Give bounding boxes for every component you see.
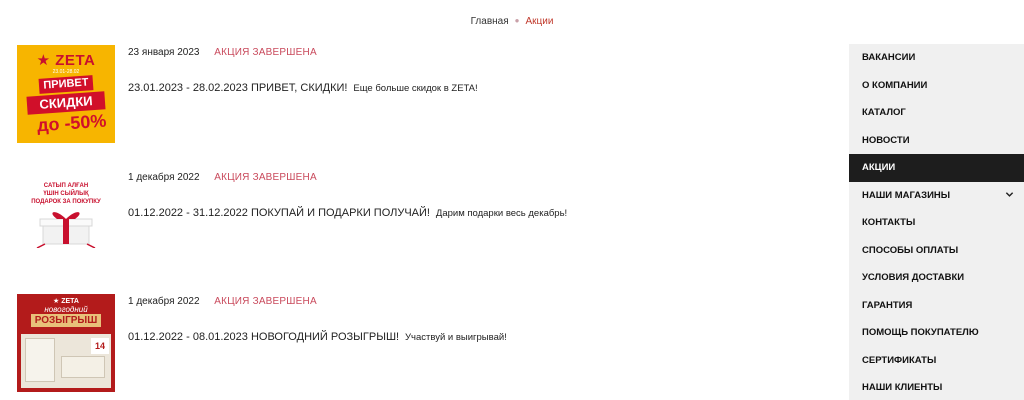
zeta-logo: ★ ZETA <box>36 52 96 69</box>
sidebar-item-vacancies[interactable]: ВАКАНСИИ <box>849 44 1024 72</box>
promo-title-link[interactable]: 23.01.2023 - 28.02.2023 ПРИВЕТ, СКИДКИ! <box>128 82 347 94</box>
promo-status-badge: АКЦИЯ ЗАВЕРШЕНА <box>214 172 317 183</box>
promo-item: ★ ZETA новогодний РОЗЫГРЫШ 14 1 декабря … <box>17 294 817 394</box>
promo-image-line1: САТЫП АЛҒАН <box>43 183 89 189</box>
promo-headline: 23.01.2023 - 28.02.2023 ПРИВЕТ, СКИДКИ! … <box>128 82 478 94</box>
sidebar-item-warranty[interactable]: ГАРАНТИЯ <box>849 292 1024 320</box>
promo-image[interactable]: ★ ZETA новогодний РОЗЫГРЫШ 14 <box>17 294 115 392</box>
promo-description: Участвуй и выигрывай! <box>405 332 507 343</box>
sidebar-item-clients[interactable]: НАШИ КЛИЕНТЫ <box>849 374 1024 400</box>
promo-meta: 1 декабря 2022 АКЦИЯ ЗАВЕРШЕНА <box>128 172 317 183</box>
breadcrumb-separator-icon: ● <box>514 16 520 25</box>
promo-description: Еще больше скидок в ZETA! <box>353 83 478 94</box>
promo-meta: 1 декабря 2022 АКЦИЯ ЗАВЕРШЕНА <box>128 296 317 307</box>
breadcrumb-current: Акции <box>525 16 554 27</box>
promo-headline: 01.12.2022 - 08.01.2023 НОВОГОДНИЙ РОЗЫГ… <box>128 331 507 343</box>
gift-box-icon <box>36 212 96 248</box>
promo-image-line1: новогодний <box>44 305 88 314</box>
promo-image-line2: ҮШІН СЫЙЛЫҚ <box>43 191 89 197</box>
breadcrumb-home-link[interactable]: Главная <box>471 16 509 27</box>
promo-image-caption: САТЫП АЛҒАН ҮШІН СЫЙЛЫҚ ПОДАРОК ЗА ПОКУП… <box>17 182 115 206</box>
promo-image[interactable]: ★ ZETA 23.01-28.02 ПРИВЕТ СКИДКИ до -50% <box>17 45 115 143</box>
promo-item: САТЫП АЛҒАН ҮШІН СЫЙЛЫҚ ПОДАРОК ЗА ПОКУП… <box>17 170 817 270</box>
promo-status-badge: АКЦИЯ ЗАВЕРШЕНА <box>214 47 317 58</box>
promo-status-badge: АКЦИЯ ЗАВЕРШЕНА <box>214 296 317 307</box>
sidebar-menu: ВАКАНСИИ О КОМПАНИИ КАТАЛОГ НОВОСТИ АКЦИ… <box>849 44 1024 400</box>
sidebar-item-promotions[interactable]: АКЦИИ <box>849 154 1024 182</box>
promo-image-line2: РОЗЫГРЫШ <box>31 314 101 327</box>
sidebar-item-certificates[interactable]: СЕРТИФИКАТЫ <box>849 347 1024 375</box>
promo-image[interactable]: САТЫП АЛҒАН ҮШІН СЫЙЛЫҚ ПОДАРОК ЗА ПОКУП… <box>17 170 115 268</box>
sidebar-item-news[interactable]: НОВОСТИ <box>849 127 1024 155</box>
promo-title-link[interactable]: 01.12.2022 - 31.12.2022 ПОКУПАЙ И ПОДАРК… <box>128 207 430 219</box>
wardrobe-illustration <box>25 338 55 382</box>
promo-date: 23 января 2023 <box>128 47 200 58</box>
chevron-down-icon[interactable] <box>1005 182 1014 210</box>
sidebar-item-contacts[interactable]: КОНТАКТЫ <box>849 209 1024 237</box>
sidebar-item-stores[interactable]: НАШИ МАГАЗИНЫ <box>849 182 1024 210</box>
promo-date: 1 декабря 2022 <box>128 296 200 307</box>
sidebar-item-catalog[interactable]: КАТАЛОГ <box>849 99 1024 127</box>
promo-image-line1: ПРИВЕТ <box>38 75 94 94</box>
sidebar-item-payment[interactable]: СПОСОБЫ ОПЛАТЫ <box>849 237 1024 265</box>
promo-title-link[interactable]: 01.12.2022 - 08.01.2023 НОВОГОДНИЙ РОЗЫГ… <box>128 331 399 343</box>
promo-description: Дарим подарки весь декабрь! <box>435 208 568 219</box>
promo-image-line3: ПОДАРОК ЗА ПОКУПКУ <box>31 199 101 205</box>
sidebar-item-delivery[interactable]: УСЛОВИЯ ДОСТАВКИ <box>849 264 1024 292</box>
bed-illustration <box>61 356 105 378</box>
promo-image-discount: до -50% <box>36 110 108 136</box>
promo-image-badge: 14 <box>91 338 109 354</box>
sidebar-item-label: НАШИ МАГАЗИНЫ <box>862 189 951 201</box>
promo-headline: 01.12.2022 - 31.12.2022 ПОКУПАЙ И ПОДАРК… <box>128 207 567 219</box>
breadcrumb: Главная ● Акции <box>0 16 1024 27</box>
zeta-logo: ★ ZETA <box>53 298 79 305</box>
promo-item: ★ ZETA 23.01-28.02 ПРИВЕТ СКИДКИ до -50%… <box>17 45 817 145</box>
promo-image-dates: 23.01-28.02 <box>52 69 80 75</box>
promo-date: 1 декабря 2022 <box>128 172 200 183</box>
promo-meta: 23 января 2023 АКЦИЯ ЗАВЕРШЕНА <box>128 47 317 58</box>
sidebar-item-help[interactable]: ПОМОЩЬ ПОКУПАТЕЛЮ <box>849 319 1024 347</box>
sidebar-item-about[interactable]: О КОМПАНИИ <box>849 72 1024 100</box>
